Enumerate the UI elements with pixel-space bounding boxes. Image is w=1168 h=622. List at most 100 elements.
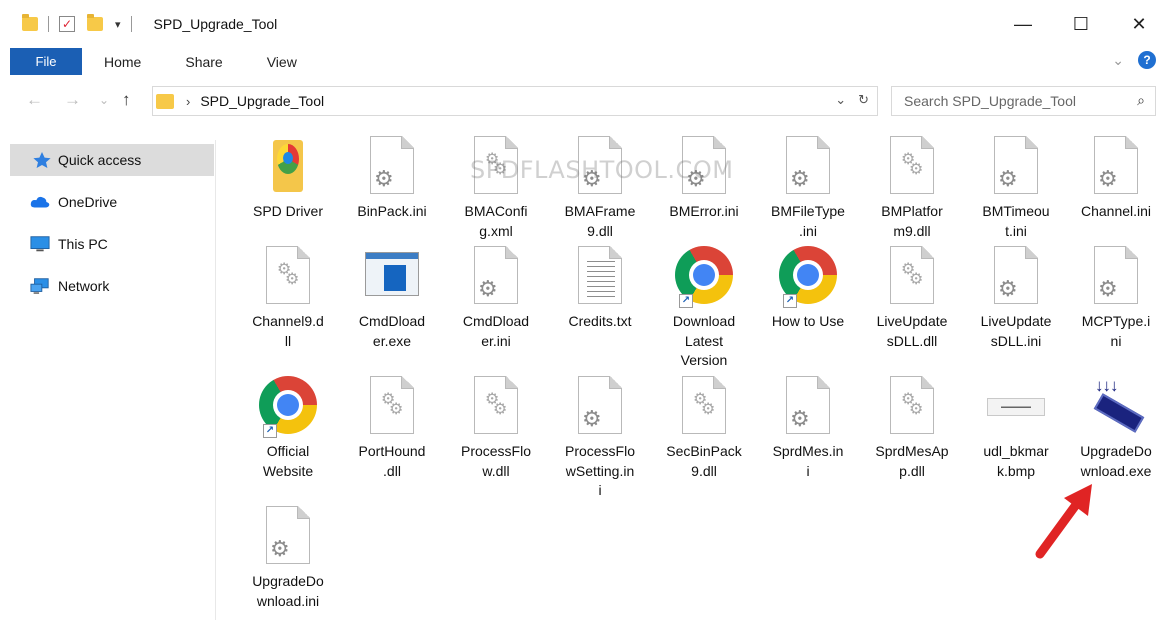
upgrade-download-icon: ↓↓↓	[1085, 376, 1147, 438]
file-item[interactable]: ⚙ ⚙ Channel9.d ll	[236, 246, 340, 351]
dll-file-icon: ⚙ ⚙	[465, 376, 527, 438]
file-item[interactable]: ⚙ ⚙ SprdMesAp p.dll	[860, 376, 964, 481]
properties-icon[interactable]: ✓	[59, 16, 75, 32]
file-item[interactable]: ⚙ ⚙ SecBinPack 9.dll	[652, 376, 756, 481]
file-name: BMAConfi g.xml	[464, 203, 528, 239]
folder-icon	[156, 93, 174, 109]
file-name: ProcessFlo w.dll	[460, 443, 532, 479]
file-item[interactable]: ⚙ BMTimeou t.ini	[964, 136, 1068, 241]
search-input[interactable]: Search SPD_Upgrade_Tool ⌕	[891, 86, 1156, 116]
ini-file-icon: ⚙	[569, 376, 631, 438]
file-name: Channel.ini	[1080, 203, 1152, 219]
dll-file-icon: ⚙ ⚙	[881, 136, 943, 198]
refresh-icon[interactable]: ↻	[858, 92, 869, 108]
new-folder-icon[interactable]	[87, 14, 103, 31]
address-dropdown-icon[interactable]: ⌄	[835, 92, 846, 108]
file-item[interactable]: ↗ How to Use	[756, 246, 860, 332]
sidebar-item-label: This PC	[58, 236, 108, 252]
dll-file-icon: ⚙ ⚙	[257, 246, 319, 308]
ini-file-icon: ⚙	[361, 136, 423, 198]
file-item[interactable]: ↗ Official Website	[236, 376, 340, 481]
search-placeholder: Search SPD_Upgrade_Tool	[904, 93, 1076, 109]
file-name: LiveUpdate sDLL.dll	[876, 313, 948, 349]
file-name: Official Website	[262, 443, 314, 479]
help-icon[interactable]: ?	[1138, 51, 1156, 69]
file-list: SPD Driver ⚙ BinPack.ini ⚙ ⚙ BMAConfi g.xm…	[217, 120, 1168, 620]
search-icon[interactable]: ⌕	[1137, 92, 1145, 109]
toolbar-divider	[48, 16, 49, 32]
breadcrumb-separator[interactable]: ›	[186, 94, 190, 109]
file-item[interactable]: CmdDload er.exe	[340, 246, 444, 351]
file-item[interactable]: ⚙ MCPType.i ni	[1064, 246, 1168, 351]
file-item[interactable]: ⚙ ⚙ BMAConfi g.xml	[444, 136, 548, 241]
file-item[interactable]: ⚙ UpgradeDo wnload.ini	[236, 506, 340, 611]
forward-icon[interactable]: →	[64, 90, 81, 110]
file-item[interactable]: ↓↓↓ UpgradeDo wnload.exe	[1064, 376, 1168, 481]
minimize-button[interactable]: —	[994, 0, 1052, 48]
sidebar-item-this-pc[interactable]: This PC	[10, 228, 214, 260]
driver-icon	[257, 136, 319, 198]
tab-share[interactable]: Share	[163, 48, 244, 75]
back-icon[interactable]: ←	[26, 90, 43, 110]
file-item[interactable]: ⚙ ⚙ ProcessFlo w.dll	[444, 376, 548, 481]
tab-file[interactable]: File	[10, 48, 82, 75]
file-name: How to Use	[771, 313, 845, 329]
tab-view[interactable]: View	[245, 48, 319, 75]
network-icon	[30, 278, 49, 294]
tab-home[interactable]: Home	[82, 48, 163, 75]
close-button[interactable]: ✕	[1110, 0, 1168, 48]
file-item[interactable]: SPD Driver	[236, 136, 340, 222]
file-item[interactable]: ⚙ LiveUpdate sDLL.ini	[964, 246, 1068, 351]
file-item[interactable]: ▬▬▬▬▬▬ udl_bkmar k.bmp	[964, 376, 1068, 481]
chrome-shortcut-icon: ↗	[777, 246, 839, 308]
up-icon[interactable]: ↑	[122, 90, 131, 110]
monitor-icon	[30, 236, 50, 252]
dll-file-icon: ⚙ ⚙	[881, 246, 943, 308]
expand-ribbon-icon[interactable]: ⌄	[1112, 52, 1124, 69]
chrome-shortcut-icon: ↗	[257, 376, 319, 438]
file-item[interactable]: ⚙ Channel.ini	[1064, 136, 1168, 222]
dll-file-icon: ⚙ ⚙	[881, 376, 943, 438]
recent-locations-icon[interactable]: ⌄	[99, 93, 109, 107]
address-bar[interactable]: › SPD_Upgrade_Tool ⌄ ↻	[152, 86, 878, 116]
file-name: PortHound .dll	[358, 443, 426, 479]
ini-file-icon: ⚙	[985, 246, 1047, 308]
file-item[interactable]: ⚙ BMFileType .ini	[756, 136, 860, 241]
file-name: udl_bkmar k.bmp	[983, 443, 1049, 479]
maximize-button[interactable]: ☐	[1052, 0, 1110, 48]
folder-icon[interactable]	[22, 14, 38, 31]
file-name: SprdMesAp p.dll	[875, 443, 949, 479]
file-item[interactable]: ⚙ BinPack.ini	[340, 136, 444, 222]
file-name: CmdDload er.exe	[358, 313, 426, 349]
file-name: Download Latest Version	[672, 313, 736, 368]
file-item[interactable]: ⚙ ⚙ BMPlatfor m9.dll	[860, 136, 964, 241]
customize-toolbar-icon[interactable]: ▾	[115, 18, 121, 31]
file-item[interactable]: ⚙ BMAFrame 9.dll	[548, 136, 652, 241]
sidebar-item-network[interactable]: Network	[10, 270, 214, 302]
file-name: ProcessFlo wSetting.in i	[564, 443, 636, 498]
navigation-bar: ← → ⌄ ↑ › SPD_Upgrade_Tool ⌄ ↻ Search SP…	[0, 84, 1168, 118]
ini-file-icon: ⚙	[1085, 136, 1147, 198]
annotation-arrow-icon	[1035, 484, 1092, 559]
file-item[interactable]: Credits.txt	[548, 246, 652, 332]
file-name: MCPType.i ni	[1081, 313, 1151, 349]
sidebar-item-quick-access[interactable]: Quick access	[10, 144, 214, 176]
sidebar-item-label: Network	[58, 278, 110, 294]
file-item[interactable]: ↗ Download Latest Version	[652, 246, 756, 371]
file-item[interactable]: ⚙ CmdDload er.ini	[444, 246, 548, 351]
quick-access-toolbar: ✓ ▾	[22, 14, 142, 32]
breadcrumb[interactable]: SPD_Upgrade_Tool	[200, 93, 324, 109]
ini-file-icon: ⚙	[1085, 246, 1147, 308]
star-icon	[33, 152, 51, 168]
chrome-shortcut-icon: ↗	[673, 246, 735, 308]
text-file-icon	[569, 246, 631, 308]
file-item[interactable]: ⚙ ⚙ LiveUpdate sDLL.dll	[860, 246, 964, 351]
dll-file-icon: ⚙ ⚙	[673, 376, 735, 438]
file-item[interactable]: ⚙ SprdMes.in i	[756, 376, 860, 481]
file-name: UpgradeDo wnload.exe	[1080, 443, 1152, 479]
sidebar-item-onedrive[interactable]: OneDrive	[10, 186, 214, 218]
file-item[interactable]: ⚙ ProcessFlo wSetting.in i	[548, 376, 652, 501]
file-item[interactable]: ⚙ ⚙ PortHound .dll	[340, 376, 444, 481]
file-name: BMTimeou t.ini	[982, 203, 1050, 239]
toolbar-divider	[130, 16, 132, 32]
